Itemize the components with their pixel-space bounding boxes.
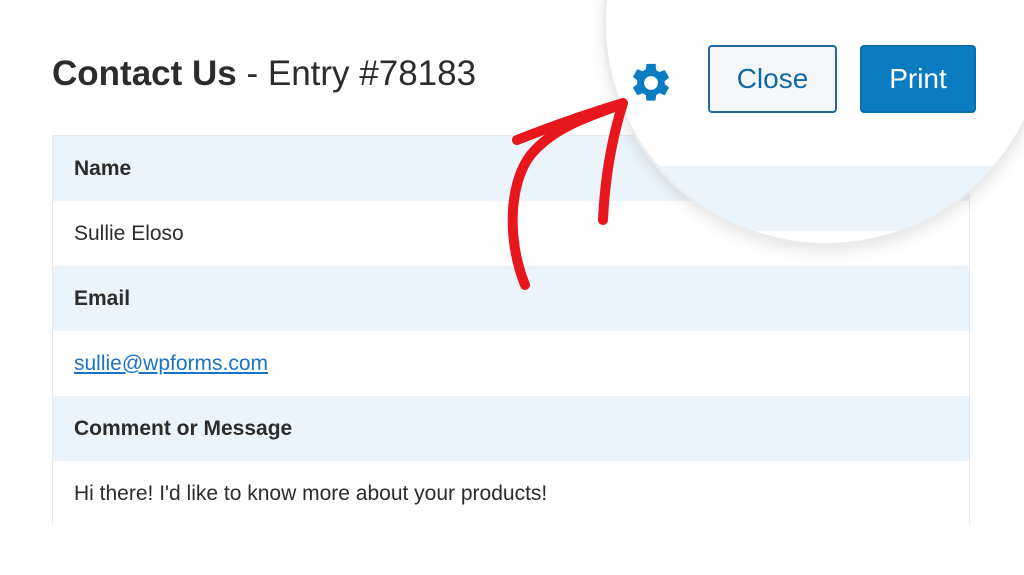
magnified-label-row [606,166,1024,231]
field-value-email: sullie@wpforms.com [53,331,969,396]
email-link[interactable]: sullie@wpforms.com [74,352,268,376]
field-label-text: Comment or Message [74,416,293,440]
gear-icon[interactable] [628,60,674,106]
print-button[interactable]: Print [860,45,976,113]
close-button[interactable]: Close [708,45,837,113]
page-title: Contact Us - Entry #78183 [52,52,476,96]
field-value-text: Hi there! I'd like to know more about yo… [74,481,548,505]
field-value-comment: Hi there! I'd like to know more about yo… [53,461,969,526]
entry-print-preview: Contact Us - Entry #78183 Name Sullie El… [0,0,1024,575]
form-name: Contact Us [52,54,237,93]
entry-number: Entry #78183 [267,54,477,93]
field-label-text: Name [74,156,132,180]
zoom-magnifier [603,0,1024,246]
field-label-comment: Comment or Message [53,396,969,461]
field-label-text: Email [74,286,131,310]
field-value-text: Sullie Eloso [74,221,184,245]
title-separator: - [236,54,268,93]
field-label-email: Email [53,266,969,331]
